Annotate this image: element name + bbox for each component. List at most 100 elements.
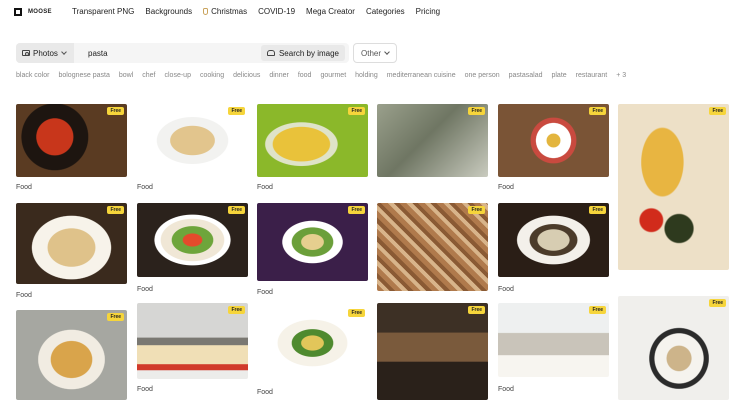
result-card[interactable]: Free Food [137,203,248,297]
upload-cloud-icon [266,50,275,56]
search-row: Photos Search by image Other [16,43,397,63]
tag-item[interactable]: delicious [233,72,260,79]
free-badge: Free [589,107,606,115]
nav-links: Transparent PNG Backgrounds Christmas CO… [72,7,451,16]
result-card[interactable]: Free [618,104,729,289]
result-caption: Food [137,386,153,393]
other-filter-label: Other [361,48,382,58]
tag-item[interactable]: one person [465,72,500,79]
result-image [498,203,609,277]
tag-item[interactable]: bolognese pasta [58,72,109,79]
related-tags: black color bolognese pasta bowl chef cl… [16,72,635,79]
tag-item[interactable]: food [298,72,312,79]
result-image [498,303,609,377]
result-card[interactable]: Free Food [498,104,609,194]
result-card[interactable]: Free Food [257,203,368,298]
other-filter-select[interactable]: Other [353,43,397,63]
nav-link-mega-creator[interactable]: Mega Creator [306,7,355,16]
free-badge: Free [107,313,124,321]
result-card[interactable]: Free Food [498,303,609,395]
free-badge: Free [228,306,245,314]
free-badge: Free [107,107,124,115]
tag-item[interactable]: bowl [119,72,133,79]
result-image [16,310,127,400]
result-caption: Food [16,184,32,191]
ornament-icon [203,8,209,15]
nav-link-covid[interactable]: COVID-19 [258,7,295,16]
free-badge: Free [348,107,365,115]
tag-item[interactable]: black color [16,72,49,79]
result-image [257,306,368,380]
nav-link-christmas-label: Christmas [211,7,248,16]
result-card[interactable]: Free Food [16,203,127,301]
free-badge: Free [348,309,365,317]
free-badge: Free [709,107,726,115]
result-image [137,203,248,277]
free-badge: Free [468,206,485,214]
result-image [257,203,368,281]
nav-link-transparent-png[interactable]: Transparent PNG [72,7,134,16]
result-card[interactable]: Free [618,296,729,400]
result-image [618,296,729,400]
free-badge: Free [107,206,124,214]
result-card[interactable]: Free [377,303,488,400]
result-caption: Food [257,289,273,296]
result-image [377,203,488,291]
top-navigation: MOOSE Transparent PNG Backgrounds Christ… [0,0,750,26]
free-badge: Free [468,306,485,314]
result-card[interactable]: Free Food [16,104,127,194]
nav-link-backgrounds[interactable]: Backgrounds [145,7,192,16]
result-caption: Food [498,386,514,393]
free-badge: Free [348,206,365,214]
result-image [377,303,488,400]
result-caption: Food [498,184,514,191]
tag-item[interactable]: dinner [269,72,288,79]
result-caption: Food [498,286,514,293]
tag-item[interactable]: mediterranean cuisine [387,72,456,79]
tag-item[interactable]: close-up [165,72,191,79]
camera-icon [22,50,30,56]
result-card[interactable]: Free Food [498,203,609,297]
result-card[interactable]: Free Food [137,104,248,194]
media-type-label: Photos [33,48,58,58]
logo-text: MOOSE [28,9,52,15]
result-image [16,203,127,284]
nav-link-categories[interactable]: Categories [366,7,405,16]
logo-icon [14,8,22,16]
media-type-select[interactable]: Photos [16,43,74,63]
tag-item[interactable]: gourmet [320,72,346,79]
free-badge: Free [228,107,245,115]
nav-link-christmas[interactable]: Christmas [203,7,247,16]
result-image [137,303,248,379]
result-caption: Food [137,184,153,191]
result-card[interactable]: Free [377,104,488,178]
tag-item[interactable]: pastasalad [509,72,543,79]
tag-item[interactable]: plate [551,72,566,79]
nav-link-pricing[interactable]: Pricing [416,7,440,16]
free-badge: Free [228,206,245,214]
result-card[interactable]: Free Food [257,306,368,400]
free-badge: Free [589,206,606,214]
logo[interactable]: MOOSE [14,8,52,16]
result-caption: Food [257,184,273,191]
tag-item[interactable]: restaurant [576,72,608,79]
result-card[interactable]: Free Food [257,104,368,194]
chevron-down-icon [384,48,390,55]
result-caption: Food [257,389,273,396]
tag-item[interactable]: cooking [200,72,224,79]
result-image [618,104,729,270]
result-caption: Food [16,292,32,299]
chevron-down-icon [61,48,67,55]
result-card[interactable]: Free Food [137,303,248,395]
result-card[interactable]: Free [16,310,127,400]
free-badge: Free [709,299,726,307]
search-by-image-button[interactable]: Search by image [260,45,345,61]
search-input[interactable] [88,48,238,58]
result-caption: Food [137,286,153,293]
tag-item[interactable]: + 3 [616,72,626,79]
tag-item[interactable]: holding [355,72,378,79]
search-box: Photos Search by image [16,43,349,63]
result-card[interactable]: Free [377,203,488,291]
search-by-image-label: Search by image [278,48,339,58]
tag-item[interactable]: chef [142,72,155,79]
